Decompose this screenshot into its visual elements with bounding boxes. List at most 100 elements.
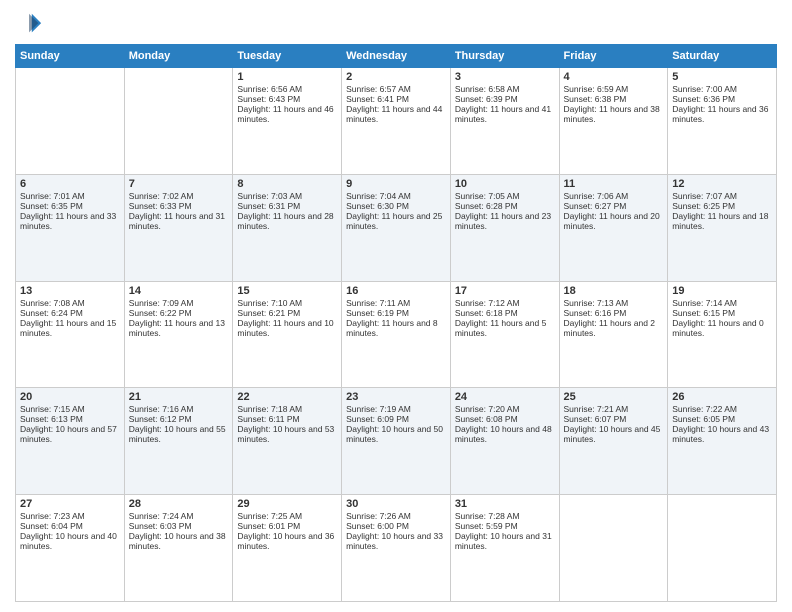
day-number: 13 xyxy=(20,285,120,297)
sunrise: Sunrise: 7:25 AM xyxy=(237,511,302,521)
sunset: Sunset: 6:33 PM xyxy=(129,201,192,211)
daylight: Daylight: 10 hours and 55 minutes. xyxy=(129,424,226,444)
day-cell: 22Sunrise: 7:18 AMSunset: 6:11 PMDayligh… xyxy=(233,388,342,495)
day-cell: 2Sunrise: 6:57 AMSunset: 6:41 PMDaylight… xyxy=(342,68,451,175)
daylight: Daylight: 11 hours and 28 minutes. xyxy=(237,211,333,231)
day-cell: 9Sunrise: 7:04 AMSunset: 6:30 PMDaylight… xyxy=(342,174,451,281)
page: SundayMondayTuesdayWednesdayThursdayFrid… xyxy=(0,0,792,612)
sunset: Sunset: 6:27 PM xyxy=(564,201,627,211)
daylight: Daylight: 11 hours and 46 minutes. xyxy=(237,104,333,124)
day-number: 10 xyxy=(455,178,555,190)
sunrise: Sunrise: 7:19 AM xyxy=(346,404,411,414)
sunset: Sunset: 6:07 PM xyxy=(564,414,627,424)
day-cell: 10Sunrise: 7:05 AMSunset: 6:28 PMDayligh… xyxy=(450,174,559,281)
day-header-thursday: Thursday xyxy=(450,45,559,68)
sunset: Sunset: 6:28 PM xyxy=(455,201,518,211)
day-number: 20 xyxy=(20,391,120,403)
day-cell: 6Sunrise: 7:01 AMSunset: 6:35 PMDaylight… xyxy=(16,174,125,281)
daylight: Daylight: 11 hours and 15 minutes. xyxy=(20,318,116,338)
sunrise: Sunrise: 7:02 AM xyxy=(129,191,194,201)
day-cell: 16Sunrise: 7:11 AMSunset: 6:19 PMDayligh… xyxy=(342,281,451,388)
day-cell: 21Sunrise: 7:16 AMSunset: 6:12 PMDayligh… xyxy=(124,388,233,495)
sunset: Sunset: 6:03 PM xyxy=(129,521,192,531)
sunset: Sunset: 6:22 PM xyxy=(129,308,192,318)
sunset: Sunset: 6:04 PM xyxy=(20,521,83,531)
sunset: Sunset: 6:38 PM xyxy=(564,94,627,104)
day-header-saturday: Saturday xyxy=(668,45,777,68)
day-cell: 29Sunrise: 7:25 AMSunset: 6:01 PMDayligh… xyxy=(233,495,342,602)
day-cell: 20Sunrise: 7:15 AMSunset: 6:13 PMDayligh… xyxy=(16,388,125,495)
day-number: 17 xyxy=(455,285,555,297)
sunrise: Sunrise: 7:07 AM xyxy=(672,191,737,201)
day-cell: 3Sunrise: 6:58 AMSunset: 6:39 PMDaylight… xyxy=(450,68,559,175)
daylight: Daylight: 11 hours and 8 minutes. xyxy=(346,318,438,338)
daylight: Daylight: 10 hours and 43 minutes. xyxy=(672,424,769,444)
sunset: Sunset: 6:25 PM xyxy=(672,201,735,211)
day-cell: 30Sunrise: 7:26 AMSunset: 6:00 PMDayligh… xyxy=(342,495,451,602)
day-number: 22 xyxy=(237,391,337,403)
day-number: 28 xyxy=(129,498,229,510)
day-header-monday: Monday xyxy=(124,45,233,68)
week-row-3: 13Sunrise: 7:08 AMSunset: 6:24 PMDayligh… xyxy=(16,281,777,388)
day-header-tuesday: Tuesday xyxy=(233,45,342,68)
sunrise: Sunrise: 7:05 AM xyxy=(455,191,520,201)
day-number: 29 xyxy=(237,498,337,510)
day-header-wednesday: Wednesday xyxy=(342,45,451,68)
daylight: Daylight: 10 hours and 38 minutes. xyxy=(129,531,226,551)
sunrise: Sunrise: 7:26 AM xyxy=(346,511,411,521)
day-number: 2 xyxy=(346,71,446,83)
day-cell xyxy=(16,68,125,175)
day-number: 16 xyxy=(346,285,446,297)
days-header-row: SundayMondayTuesdayWednesdayThursdayFrid… xyxy=(16,45,777,68)
sunset: Sunset: 6:21 PM xyxy=(237,308,300,318)
sunset: Sunset: 6:41 PM xyxy=(346,94,409,104)
sunrise: Sunrise: 6:58 AM xyxy=(455,84,520,94)
sunset: Sunset: 6:01 PM xyxy=(237,521,300,531)
week-row-5: 27Sunrise: 7:23 AMSunset: 6:04 PMDayligh… xyxy=(16,495,777,602)
daylight: Daylight: 11 hours and 5 minutes. xyxy=(455,318,547,338)
sunrise: Sunrise: 7:15 AM xyxy=(20,404,85,414)
logo xyxy=(15,10,47,38)
sunrise: Sunrise: 7:20 AM xyxy=(455,404,520,414)
week-row-2: 6Sunrise: 7:01 AMSunset: 6:35 PMDaylight… xyxy=(16,174,777,281)
day-number: 27 xyxy=(20,498,120,510)
day-cell: 17Sunrise: 7:12 AMSunset: 6:18 PMDayligh… xyxy=(450,281,559,388)
sunset: Sunset: 6:19 PM xyxy=(346,308,409,318)
day-number: 1 xyxy=(237,71,337,83)
sunrise: Sunrise: 7:23 AM xyxy=(20,511,85,521)
day-number: 4 xyxy=(564,71,664,83)
sunrise: Sunrise: 7:01 AM xyxy=(20,191,85,201)
day-cell: 7Sunrise: 7:02 AMSunset: 6:33 PMDaylight… xyxy=(124,174,233,281)
day-cell: 5Sunrise: 7:00 AMSunset: 6:36 PMDaylight… xyxy=(668,68,777,175)
day-cell: 23Sunrise: 7:19 AMSunset: 6:09 PMDayligh… xyxy=(342,388,451,495)
sunrise: Sunrise: 7:21 AM xyxy=(564,404,629,414)
daylight: Daylight: 10 hours and 57 minutes. xyxy=(20,424,117,444)
day-number: 21 xyxy=(129,391,229,403)
day-number: 23 xyxy=(346,391,446,403)
sunset: Sunset: 6:35 PM xyxy=(20,201,83,211)
sunrise: Sunrise: 6:56 AM xyxy=(237,84,302,94)
sunrise: Sunrise: 6:57 AM xyxy=(346,84,411,94)
calendar-table: SundayMondayTuesdayWednesdayThursdayFrid… xyxy=(15,44,777,602)
day-cell: 24Sunrise: 7:20 AMSunset: 6:08 PMDayligh… xyxy=(450,388,559,495)
day-cell: 18Sunrise: 7:13 AMSunset: 6:16 PMDayligh… xyxy=(559,281,668,388)
daylight: Daylight: 10 hours and 40 minutes. xyxy=(20,531,117,551)
sunrise: Sunrise: 7:16 AM xyxy=(129,404,194,414)
day-header-friday: Friday xyxy=(559,45,668,68)
day-cell: 28Sunrise: 7:24 AMSunset: 6:03 PMDayligh… xyxy=(124,495,233,602)
sunset: Sunset: 6:15 PM xyxy=(672,308,735,318)
sunrise: Sunrise: 7:04 AM xyxy=(346,191,411,201)
daylight: Daylight: 11 hours and 18 minutes. xyxy=(672,211,768,231)
daylight: Daylight: 11 hours and 10 minutes. xyxy=(237,318,333,338)
header xyxy=(15,10,777,38)
day-number: 11 xyxy=(564,178,664,190)
day-number: 19 xyxy=(672,285,772,297)
day-number: 15 xyxy=(237,285,337,297)
daylight: Daylight: 11 hours and 0 minutes. xyxy=(672,318,764,338)
sunrise: Sunrise: 7:06 AM xyxy=(564,191,629,201)
day-number: 31 xyxy=(455,498,555,510)
daylight: Daylight: 10 hours and 45 minutes. xyxy=(564,424,661,444)
daylight: Daylight: 11 hours and 33 minutes. xyxy=(20,211,116,231)
day-cell: 12Sunrise: 7:07 AMSunset: 6:25 PMDayligh… xyxy=(668,174,777,281)
daylight: Daylight: 10 hours and 50 minutes. xyxy=(346,424,443,444)
